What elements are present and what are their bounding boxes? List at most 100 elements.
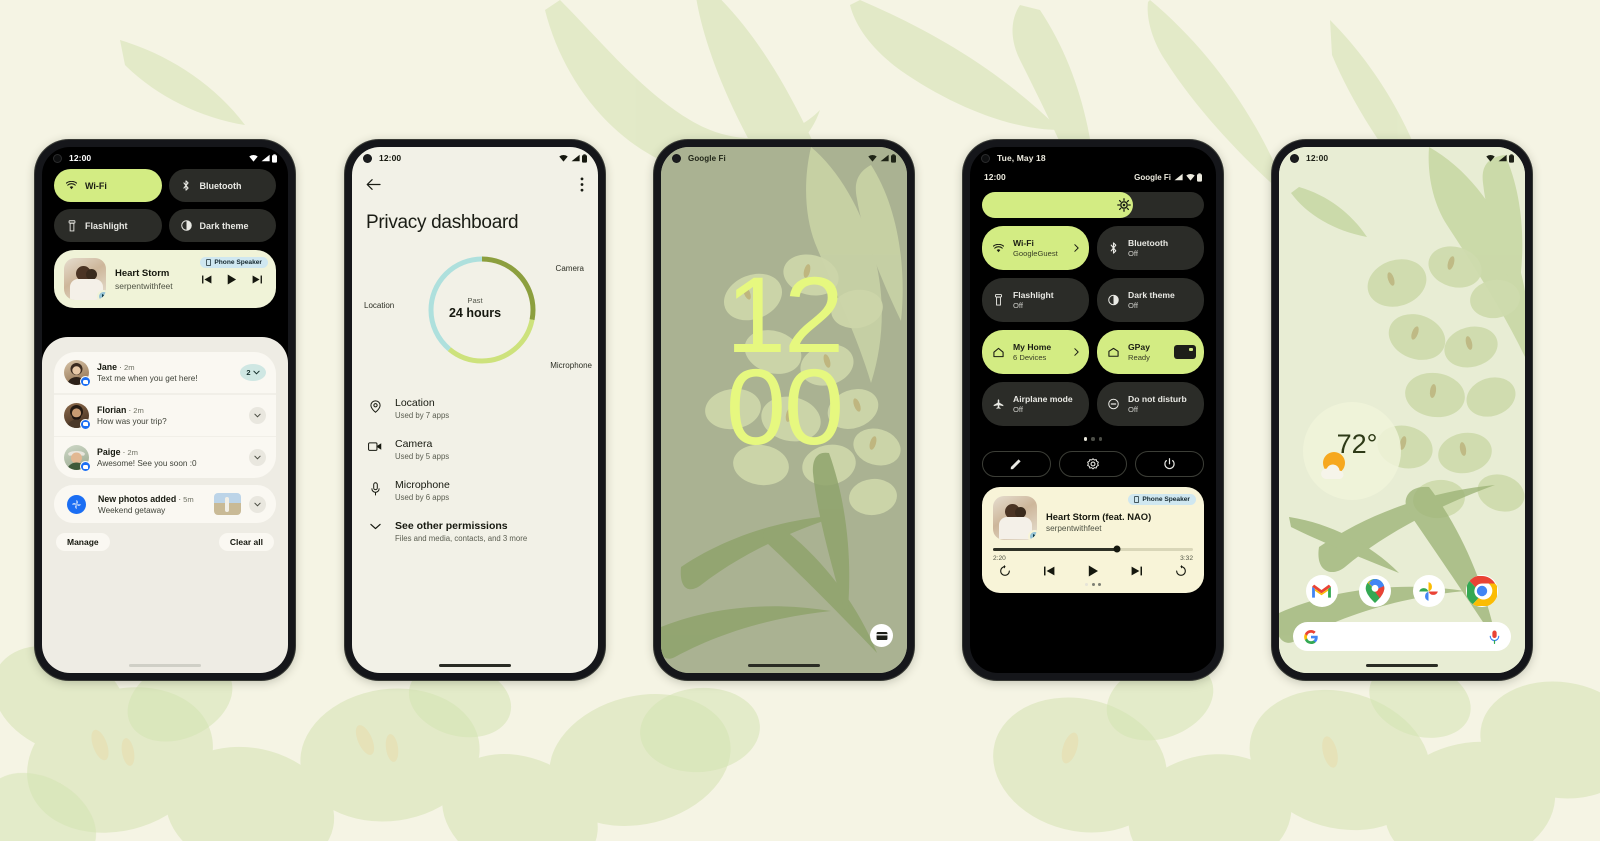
notification-time: 2m <box>133 405 144 415</box>
clear-all-button[interactable]: Clear all <box>218 533 274 551</box>
notification-row[interactable]: New photos added · 5m Weekend getaway <box>54 485 276 523</box>
qs-tile-do-not-disturb[interactable]: Do not disturb Off <box>1097 382 1204 426</box>
qs-tile-flashlight[interactable]: Flashlight <box>54 209 162 242</box>
output-device-chip[interactable]: Phone Speaker <box>200 257 268 268</box>
notification-expand[interactable] <box>249 495 266 513</box>
media-seek-knob[interactable] <box>1113 545 1121 553</box>
forward-30-icon[interactable] <box>1175 564 1187 577</box>
see-other-permissions-row[interactable]: See other permissions Files and media, c… <box>368 511 582 552</box>
navigation-pill[interactable] <box>748 664 820 667</box>
chevron-right-icon[interactable] <box>1074 244 1079 253</box>
media-page-dots[interactable] <box>993 577 1193 586</box>
qs-tile-airplane-mode[interactable]: Airplane mode Off <box>982 382 1089 426</box>
edit-pencil-icon[interactable] <box>982 450 1051 477</box>
battery-icon <box>582 153 587 163</box>
permission-row-location[interactable]: Location Used by 7 apps <box>368 388 582 429</box>
quick-settings-header: 12:00 Google Fi <box>970 169 1216 182</box>
previous-icon[interactable] <box>202 275 212 284</box>
permission-row-microphone[interactable]: Microphone Used by 6 apps <box>368 470 582 511</box>
qs-tile-wifi[interactable]: Wi-Fi <box>54 169 162 202</box>
page-dot <box>1085 582 1088 586</box>
chevron-down-icon <box>252 370 260 375</box>
permission-row-camera[interactable]: Camera Used by 5 apps <box>368 429 582 470</box>
play-icon[interactable] <box>1088 565 1099 577</box>
qs-tile-gpay[interactable]: GPay Ready <box>1097 330 1204 374</box>
notification-expand[interactable] <box>249 406 266 424</box>
messages-icon <box>80 461 91 472</box>
notification-row[interactable]: Paige · 2m Awesome! See you soon :0 <box>54 437 276 478</box>
permission-name: Location <box>395 397 435 409</box>
battery-icon <box>272 153 277 163</box>
microphone-icon[interactable] <box>1489 630 1500 644</box>
dark-theme-icon <box>1108 294 1119 306</box>
manage-button[interactable]: Manage <box>56 533 110 551</box>
media-seek-bar[interactable] <box>993 545 1193 553</box>
permission-sub: Used by 5 apps <box>395 452 450 461</box>
phone1-statusbar: 12:00 <box>42 147 288 169</box>
camera-punch-hole-icon <box>981 153 990 163</box>
app-dock <box>1279 575 1525 607</box>
next-icon[interactable] <box>1131 566 1143 576</box>
donut-label-location: Location <box>364 301 395 310</box>
gmail-icon[interactable] <box>1305 575 1338 607</box>
qs-tile-my-home[interactable]: My Home 6 Devices <box>982 330 1089 374</box>
permission-sub: Used by 6 apps <box>395 493 450 502</box>
qs-tile-bluetooth[interactable]: Bluetooth Off <box>1097 226 1204 270</box>
output-device-chip[interactable]: Phone Speaker <box>1128 493 1196 505</box>
qs-tile-dark-theme[interactable]: Dark theme <box>168 209 276 242</box>
notification-row[interactable]: Florian · 2m How was your trip? <box>54 394 276 436</box>
qs-tile-label: Wi-Fi <box>1013 237 1034 248</box>
next-icon[interactable] <box>252 275 262 284</box>
notification-row[interactable]: Jane · 2m Text me when you get here! 2 <box>54 352 276 393</box>
wifi-icon <box>1185 174 1195 181</box>
phone5-statusbar: 12:00 <box>1279 147 1525 169</box>
camera-punch-hole-icon <box>363 153 372 163</box>
qs-tile-bluetooth[interactable]: Bluetooth <box>168 169 276 202</box>
back-arrow-icon[interactable] <box>366 178 381 191</box>
qs-tile-sub: Off <box>1013 301 1023 311</box>
quick-settings-tiles: Wi-Fi GoogleGuest Bluetooth Off Flashlig… <box>970 218 1216 426</box>
notification-time: 2m <box>124 363 135 372</box>
phone2-screen: 12:00 Privacy dashboard Past 24 hours Ca… <box>352 147 598 673</box>
navigation-pill[interactable] <box>1366 664 1438 667</box>
navigation-pill[interactable] <box>439 664 511 667</box>
location-pin-icon <box>368 397 382 413</box>
qs-tile-label: Wi-Fi <box>85 180 107 191</box>
search-input[interactable] <box>1293 622 1511 651</box>
notification-sender: Paige <box>97 447 121 457</box>
wallet-card-icon[interactable] <box>870 624 893 647</box>
qs-tile-label: My Home <box>1013 341 1052 352</box>
weather-widget[interactable]: 72° <box>1303 402 1401 500</box>
quick-settings-page-dots[interactable] <box>970 426 1216 441</box>
brightness-slider[interactable] <box>982 192 1204 218</box>
maps-icon[interactable] <box>1359 575 1392 607</box>
navigation-pill[interactable] <box>129 664 201 667</box>
photos-icon[interactable] <box>1412 575 1445 607</box>
qs-tile-flashlight[interactable]: Flashlight Off <box>982 278 1089 322</box>
notification-expand[interactable] <box>249 449 266 466</box>
more-vertical-icon[interactable] <box>580 177 584 192</box>
qs-tile-wifi[interactable]: Wi-Fi GoogleGuest <box>982 226 1089 270</box>
previous-icon[interactable] <box>1043 566 1055 576</box>
power-icon[interactable] <box>1135 450 1204 477</box>
notification-expand-with-count[interactable]: 2 <box>240 364 266 381</box>
donut-label-camera: Camera <box>555 264 584 273</box>
phone5-screen: 12:00 Lunch in 30 min 12:30 - 1:00 PM 72… <box>1279 147 1525 673</box>
chrome-icon[interactable] <box>1466 575 1499 607</box>
microphone-icon <box>368 479 382 496</box>
settings-gear-icon[interactable] <box>1058 450 1128 477</box>
media-player-card[interactable]: Phone Speaker Heart Storm (feat. NAO) se… <box>982 486 1204 593</box>
phone-home-screen: 12:00 Lunch in 30 min 12:30 - 1:00 PM 72… <box>1272 140 1532 680</box>
qs-tile-dark-theme[interactable]: Dark theme Off <box>1097 278 1204 322</box>
qs-tile-label: Flashlight <box>1013 289 1054 300</box>
chevron-right-icon[interactable] <box>1074 348 1079 357</box>
signal-icon <box>1174 173 1183 181</box>
play-icon[interactable] <box>227 274 237 285</box>
bluetooth-icon <box>1108 242 1119 254</box>
camera-punch-hole-icon <box>672 153 681 163</box>
notification-group-photos: New photos added · 5m Weekend getaway <box>54 485 276 523</box>
replay-10-icon[interactable] <box>999 564 1011 577</box>
media-player-card[interactable]: Heart Storm serpentwithfeet Phone Speake… <box>54 250 276 308</box>
permission-sub: Used by 7 apps <box>395 411 450 420</box>
phone1-screen: 12:00 Wi-Fi Bluetooth Flashlight Dark th… <box>42 147 288 673</box>
